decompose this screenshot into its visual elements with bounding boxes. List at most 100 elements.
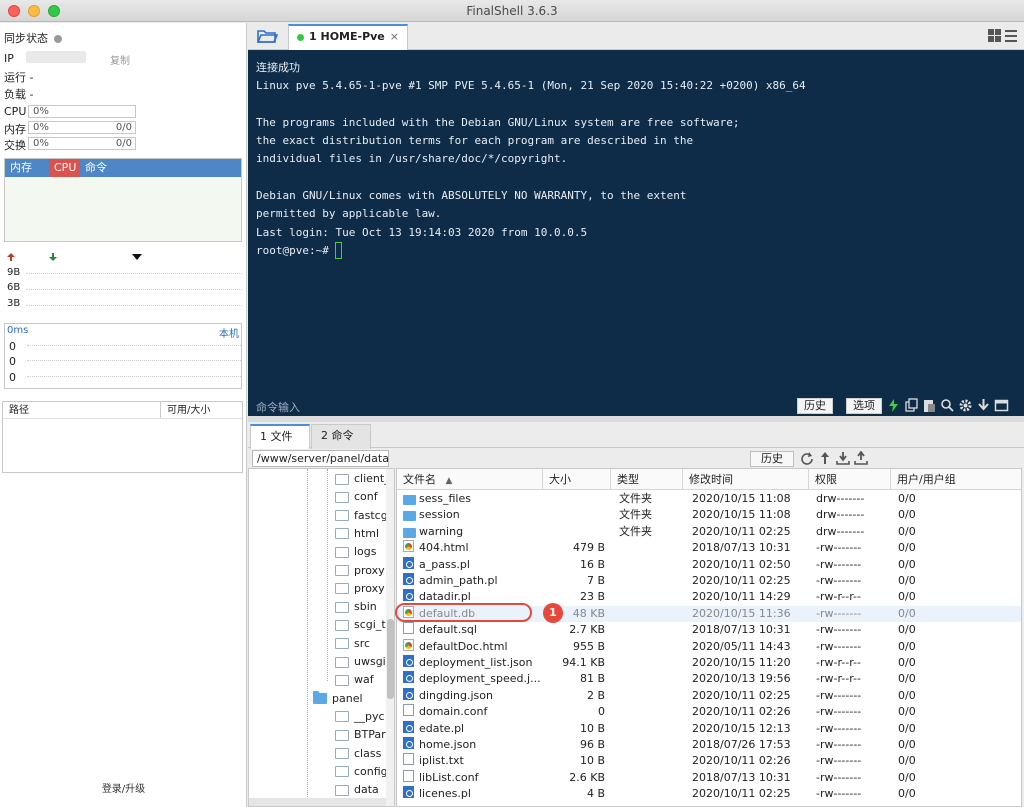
download-file-icon[interactable] [836,451,850,465]
tree-item[interactable]: src [335,635,370,653]
file-row[interactable]: session 文件夹 2020/10/15 11:08 drw------- 0/0 [397,507,1021,523]
tree-item-label: waf [354,673,374,687]
command-bar: 命令输入 历史 选项 [248,397,1024,416]
file-row[interactable]: dingding.json 2 B 2020/10/11 02:25 -rw-----… [397,687,1021,704]
minimize-window-button[interactable] [28,5,40,17]
disk-paths-header: 路径 可用/大小 [3,402,242,419]
annotation-badge: 1 [543,603,563,623]
close-tab-icon[interactable]: × [390,26,399,48]
tree-item[interactable]: __pyc [335,708,385,726]
path-input[interactable]: /www/server/panel/data [252,450,389,467]
layout-grid-icon[interactable] [988,29,1018,43]
file-row[interactable]: edate.pl 10 B 2020/10/15 12:13 -rw------- 0/… [397,720,1021,737]
col-modified[interactable]: 修改时间 [683,469,809,490]
file-row[interactable]: default.sql 2.7 KB 2018/07/13 10:31 -rw----… [397,622,1021,638]
col-size[interactable]: 大小 [543,469,611,490]
folder-icon [313,691,327,705]
tree-item[interactable]: data [335,781,379,799]
file-row[interactable]: iplist.txt 10 B 2020/10/11 02:26 -rw-------… [397,753,1021,769]
file-row[interactable]: home.json 96 B 2018/07/26 17:53 -rw------- 0… [397,737,1021,753]
folder-icon [335,674,349,686]
tree-scroll-thumb[interactable] [387,619,394,699]
file-row[interactable]: a_pass.pl 16 B 2020/10/11 02:50 -rw------- 0… [397,556,1021,573]
tab-files[interactable]: 1 文件 [250,424,310,449]
tree-item[interactable]: sbin [335,598,377,616]
terminal[interactable]: 连接成功 Linux pve 5.4.65-1-pve #1 SMP PVE 5… [248,50,1024,416]
refresh-icon[interactable] [800,451,814,465]
lightning-icon[interactable] [886,398,901,413]
login-upgrade-link[interactable]: 登录/升级 [0,780,247,795]
upload-file-icon[interactable] [854,451,868,465]
file-row[interactable]: datadir.pl 23 B 2020/10/11 14:29 -rw-r--r--… [397,589,1021,605]
options-button[interactable]: 选项 [846,398,882,414]
tree-h-scrollbar[interactable] [249,798,386,806]
path-history-button[interactable]: 历史 [750,451,794,467]
up-directory-icon[interactable] [818,451,832,465]
col-path[interactable]: 路径 [3,402,161,418]
file-row[interactable]: deployment_list.json 94.1 KB 2020/10/15 11… [397,655,1021,671]
paste-icon[interactable] [922,398,937,413]
gear-icon[interactable] [958,398,973,413]
tree-item-label: proxy [354,581,385,595]
file-perm: -rw-r--r-- [816,656,861,669]
file-row[interactable]: default.db 48 KB 2020/10/15 11:36 -rw------… [397,605,1021,623]
file-row[interactable]: libList.conf 2.6 KB 2018/07/13 10:31 -rw---… [397,769,1021,786]
tree-item[interactable]: proxy [335,580,385,598]
tab-proc-mem[interactable]: 内存 [5,159,49,177]
tab-proc-cmd[interactable]: 命令 [80,159,112,177]
tab-proc-cpu[interactable]: CPU [49,159,80,177]
tree-item[interactable]: BTPar [335,726,386,744]
command-history-button[interactable]: 历史 [797,398,833,414]
tree-item[interactable]: fastcg [335,507,388,525]
col-free-size[interactable]: 可用/大小 [161,402,210,418]
copy-icon[interactable] [904,398,919,413]
tree-item[interactable]: waf [335,671,374,689]
command-input[interactable]: 命令输入 [256,399,300,415]
file-row[interactable]: sess_files 文件夹 2020/10/15 11:08 drw------- 0… [397,491,1021,507]
col-filename[interactable]: 文件名 ▲ [397,469,543,490]
col-permission[interactable]: 权限 [809,469,891,490]
window-icon[interactable] [994,398,1009,413]
tree-item[interactable]: conf [335,488,378,506]
interface-dropdown-icon[interactable] [132,253,142,261]
tab-commands[interactable]: 2 命令 [311,424,371,449]
close-window-button[interactable] [8,5,20,17]
directory-tree: client_ conf fastcg html logs proxy proxy sbin s… [248,468,395,807]
file-row[interactable]: licenes.pl 4 B 2020/10/11 02:25 -rw------- 0… [397,786,1021,802]
search-icon[interactable] [940,398,955,413]
file-row[interactable]: admin_path.pl 7 B 2020/10/11 02:25 -rw-----… [397,573,1021,589]
tree-item[interactable]: uwsgi [335,653,386,671]
tree-item[interactable]: config [335,763,388,781]
file-row[interactable]: defaultDoc.html 955 B 2020/05/11 14:43 -rw-… [397,638,1021,655]
file-name: session [419,508,460,522]
maximize-window-button[interactable] [48,5,60,17]
tree-item[interactable]: client_ [335,470,390,488]
tree-scrollbar[interactable] [386,469,394,806]
file-row[interactable]: warning 文件夹 2020/10/11 02:25 drw------- 0/0 [397,524,1021,540]
mem-amount: 0/0 [115,122,132,133]
file-list-header: 文件名 ▲ 大小 类型 修改时间 权限 用户/用户组 [397,469,1021,490]
tree-item[interactable]: scgi_t [335,616,386,634]
latency-host[interactable]: 本机 [219,325,239,340]
grid-line [27,360,241,361]
download-icon[interactable] [976,398,991,413]
open-folder-icon[interactable] [256,27,278,45]
file-row[interactable]: domain.conf 0 2020/10/11 02:26 -rw------- 0/… [397,704,1021,720]
folder-icon [335,711,349,723]
file-row[interactable]: 404.html 479 B 2018/07/13 10:31 -rw------- 0… [397,540,1021,556]
tree-item[interactable]: proxy [335,562,385,580]
file-size: 94.1 KB [562,656,605,669]
running-label: 运行 - [4,71,34,84]
tree-item[interactable]: logs [335,543,377,561]
col-owner[interactable]: 用户/用户组 [891,469,1021,490]
tree-item[interactable]: class [335,745,381,763]
tree-item[interactable]: panel [313,690,363,708]
tab-home-pve[interactable]: 1 HOME-Pve × [288,24,408,50]
copy-ip-button[interactable]: 复制 [110,52,130,67]
file-row[interactable]: deployment_speed.j... 81 B 2020/10/13 19:5… [397,671,1021,687]
tree-item[interactable]: html [335,525,379,543]
title-bar: FinalShell 3.6.3 [0,0,1024,22]
file-owner: 0/0 [898,606,916,620]
latency-value: 0 [9,340,16,353]
col-type[interactable]: 类型 [611,469,683,490]
